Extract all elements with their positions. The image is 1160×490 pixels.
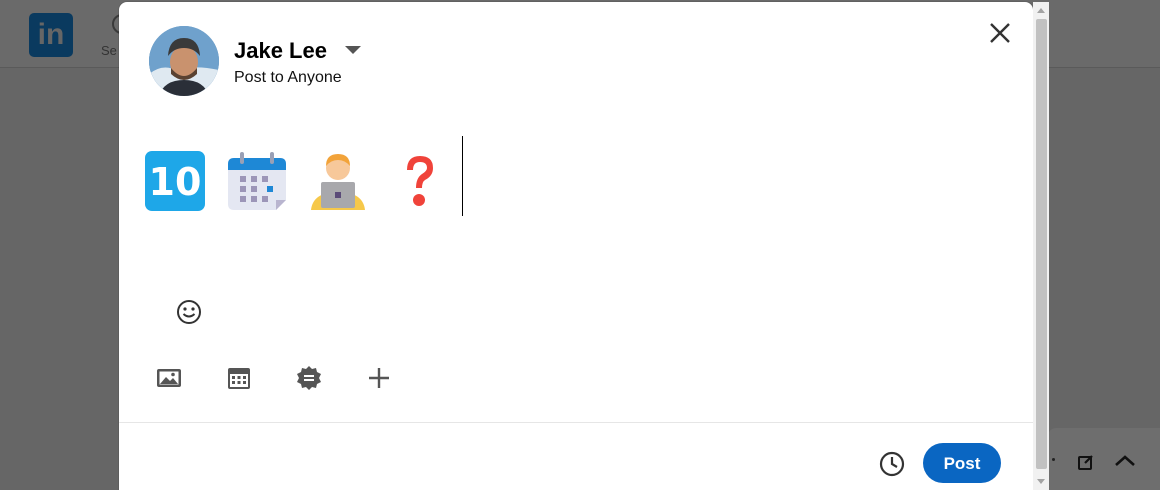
close-icon[interactable]	[984, 17, 1016, 49]
text-cursor	[462, 136, 463, 216]
chevron-up-icon	[1115, 455, 1135, 466]
post-button[interactable]: Post	[923, 443, 1001, 483]
avatar[interactable]	[149, 26, 219, 96]
image-icon[interactable]	[155, 364, 183, 392]
footer-divider	[119, 422, 1033, 423]
linkedin-logo: in	[29, 13, 73, 57]
technologist-icon	[311, 154, 365, 210]
messaging-bar	[1048, 428, 1160, 490]
scroll-down-arrow-icon[interactable]	[1037, 479, 1045, 484]
clock-icon[interactable]	[878, 450, 906, 478]
emoji-icon[interactable]	[175, 298, 203, 326]
keycap-ten-icon: 10	[145, 151, 205, 211]
svg-text:10: 10	[149, 160, 202, 204]
compose-message-icon	[1078, 455, 1093, 470]
celebrate-badge-icon[interactable]	[295, 364, 323, 392]
more-icon	[1052, 458, 1055, 461]
caret-down-icon[interactable]	[345, 46, 361, 54]
modal-scrollbar[interactable]	[1033, 2, 1049, 490]
scroll-up-arrow-icon[interactable]	[1037, 8, 1045, 13]
share-post-modal: Jake Lee Post to Anyone 10 Post	[119, 2, 1033, 490]
search-label: Se	[101, 43, 117, 58]
plus-icon[interactable]	[365, 364, 393, 392]
calendar-icon	[228, 152, 286, 210]
visibility-setting[interactable]: Post to Anyone	[234, 69, 342, 87]
red-question-mark-icon	[407, 156, 433, 206]
calendar-event-icon[interactable]	[225, 364, 253, 392]
scrollbar-thumb[interactable]	[1036, 19, 1047, 469]
user-name[interactable]: Jake Lee	[234, 38, 327, 64]
